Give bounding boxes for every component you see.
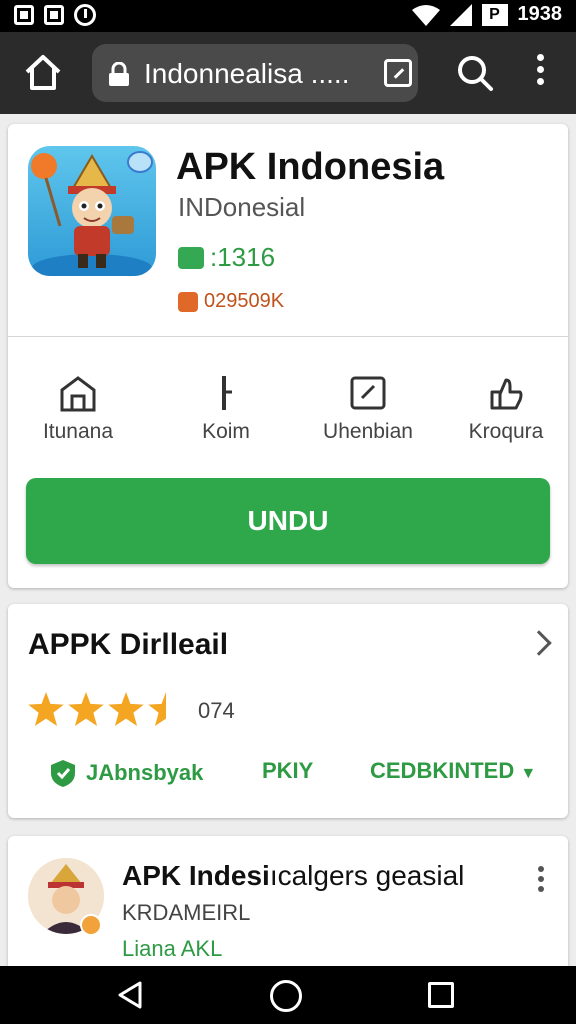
app-stat-secondary: 029509K bbox=[178, 290, 284, 313]
star-icon bbox=[28, 692, 64, 726]
chevron-down-icon: ▼ bbox=[520, 765, 537, 782]
signal-icon bbox=[449, 3, 472, 26]
feature-label-4: Kroqura bbox=[468, 420, 544, 443]
lock-icon bbox=[109, 62, 129, 86]
home-icon[interactable] bbox=[22, 52, 64, 94]
feature-item-3[interactable]: Uhenbian bbox=[298, 374, 438, 444]
thumb-icon bbox=[490, 378, 523, 410]
stat-primary-value: :1316 bbox=[210, 242, 276, 272]
feature-item-2[interactable]: Koim bbox=[156, 374, 296, 444]
search-icon[interactable] bbox=[456, 54, 494, 92]
app-card: APK Indonesia INDonesial :1316 029509K I… bbox=[8, 124, 568, 588]
app-title: APK Indonesia bbox=[176, 146, 445, 188]
chevron-right-icon[interactable] bbox=[526, 630, 552, 656]
size-icon bbox=[178, 291, 198, 312]
action-third[interactable]: CEDBKINTED ▼ bbox=[370, 758, 536, 784]
notification-icon-2 bbox=[44, 5, 64, 25]
comment-card[interactable]: APK Indesiıcalgers geasial KRDAMEIRL Lia… bbox=[8, 836, 568, 966]
badge-icon bbox=[80, 914, 102, 936]
battery-icon: P bbox=[481, 3, 508, 26]
url-text[interactable]: Indonnealisa ..... bbox=[144, 58, 349, 90]
navigation-bar bbox=[0, 966, 576, 1024]
comment-title-rest: ıcalgers geasial bbox=[269, 860, 465, 891]
share-icon[interactable] bbox=[384, 59, 412, 87]
alarm-icon bbox=[74, 4, 96, 26]
action-first[interactable]: JAbnsbyak bbox=[48, 758, 203, 788]
details-card[interactable]: APPK Dirlleail 074 JAbnsbyak PKIY CEDBKI… bbox=[8, 604, 568, 818]
action-third-label: CEDBKINTED bbox=[370, 758, 515, 783]
page-content: APK Indonesia INDonesial :1316 029509K I… bbox=[0, 114, 576, 966]
comment-title: APK Indesiıcalgers geasial bbox=[122, 860, 464, 892]
home-nav-icon[interactable] bbox=[270, 980, 302, 1012]
feature-label-3: Uhenbian bbox=[323, 420, 413, 443]
url-bar[interactable]: Indonnealisa ..... bbox=[92, 44, 418, 102]
comment-subtitle: KRDAMEIRL bbox=[122, 900, 251, 925]
status-time: 1938 bbox=[517, 3, 563, 25]
star-half-icon bbox=[148, 692, 166, 726]
feature-item-4[interactable]: Kroqura bbox=[436, 374, 576, 444]
overflow-menu-icon[interactable] bbox=[532, 54, 548, 92]
stat-secondary-value: 029509K bbox=[204, 290, 285, 312]
feature-label-1: Itunana bbox=[42, 420, 114, 443]
notification-icon bbox=[14, 5, 34, 25]
details-title: APPK Dirlleail bbox=[28, 628, 229, 661]
back-icon[interactable] bbox=[116, 980, 146, 1010]
shield-icon bbox=[51, 760, 75, 787]
feature-label-2: Koim bbox=[202, 420, 250, 443]
comment-extra: Liana AKL bbox=[122, 936, 223, 961]
action-second[interactable]: PKIY bbox=[262, 758, 313, 784]
status-bar: P 1938 bbox=[0, 0, 576, 32]
store-icon bbox=[60, 376, 96, 412]
app-stat-primary: :1316 bbox=[178, 242, 275, 273]
star-icon bbox=[68, 692, 104, 726]
app-icon bbox=[28, 146, 156, 276]
version-icon bbox=[178, 246, 204, 269]
star-icon bbox=[108, 692, 144, 726]
divider bbox=[8, 336, 568, 337]
more-options-icon[interactable] bbox=[536, 866, 546, 896]
app-developer[interactable]: INDonesial bbox=[178, 192, 305, 223]
rating-count: 074 bbox=[198, 698, 235, 723]
rating-stars bbox=[28, 692, 184, 726]
comment-title-bold: APK Indesi bbox=[122, 860, 270, 891]
browser-toolbar: Indonnealisa ..... bbox=[0, 32, 576, 114]
download-button[interactable]: UNDU bbox=[26, 478, 550, 564]
wifi-icon bbox=[411, 4, 440, 26]
action-first-label: JAbnsbyak bbox=[86, 760, 204, 785]
recent-apps-icon[interactable] bbox=[428, 982, 454, 1008]
edit-icon bbox=[350, 376, 386, 410]
pin-icon bbox=[222, 376, 232, 410]
details-actions: JAbnsbyak PKIY CEDBKINTED ▼ bbox=[8, 754, 568, 794]
feature-item-1[interactable]: Itunana bbox=[8, 374, 148, 444]
